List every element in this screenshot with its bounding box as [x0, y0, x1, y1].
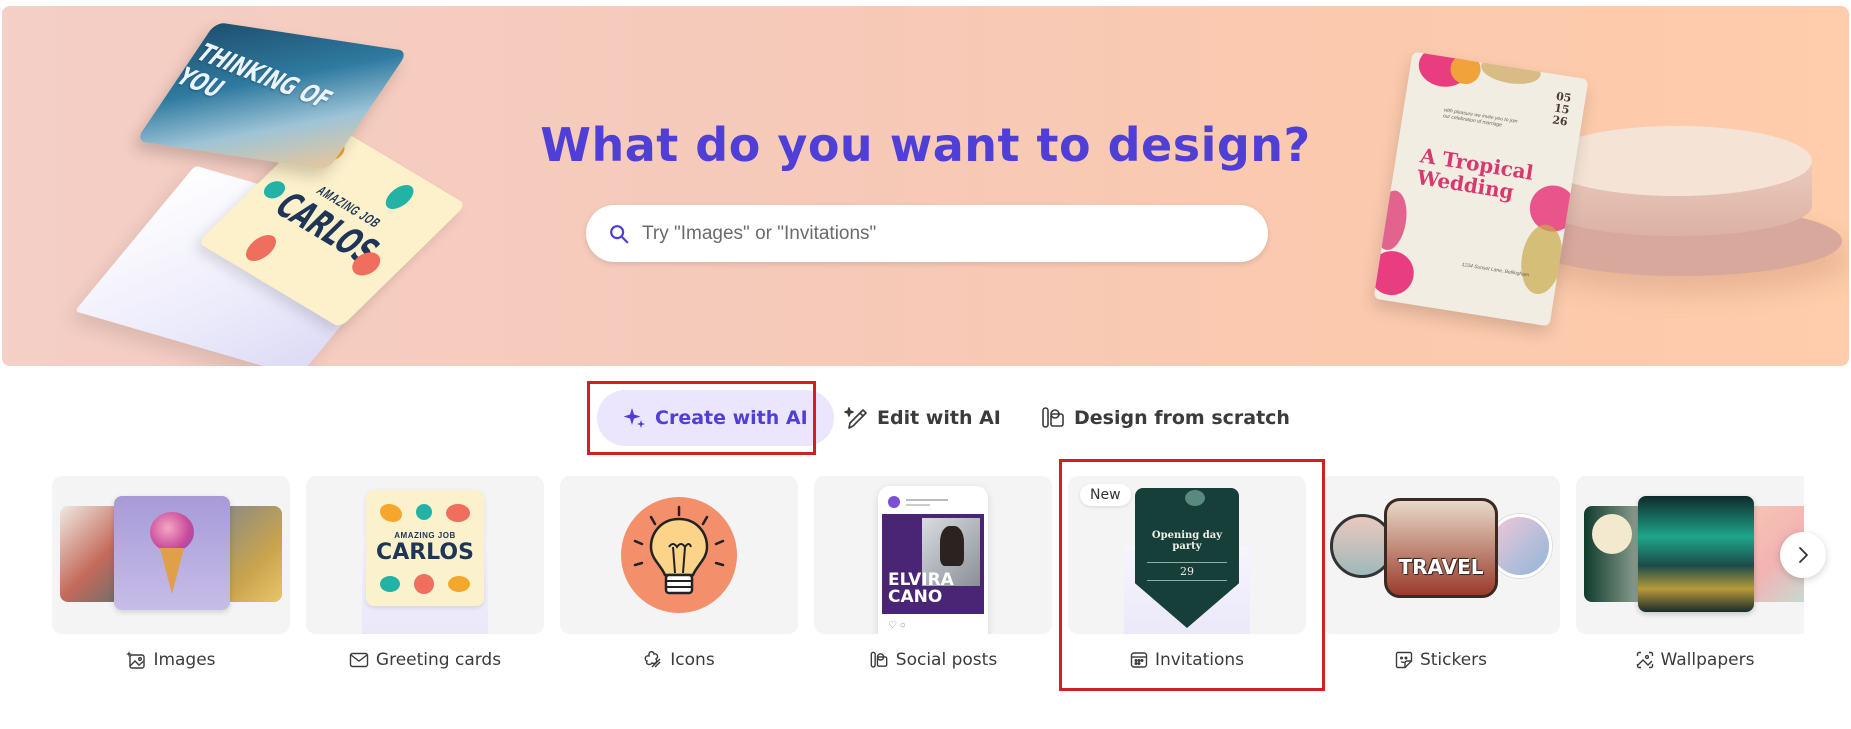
- category-label: Social posts: [895, 650, 998, 670]
- tab-label: Design from scratch: [1074, 407, 1290, 429]
- category-label: Wallpapers: [1660, 650, 1755, 670]
- category-label: Invitations: [1154, 650, 1245, 670]
- category-thumbnail: [560, 476, 798, 634]
- calendar-icon: [1130, 652, 1148, 668]
- envelope-icon: [349, 652, 369, 668]
- tab-label: Edit with AI: [877, 407, 1001, 429]
- icons-shapes-icon: [644, 651, 661, 668]
- cake-top-illustration: [1542, 126, 1812, 196]
- ai-image-icon: [126, 651, 146, 669]
- category-label: Greeting cards: [375, 650, 502, 670]
- wallpaper-icon: [1636, 651, 1653, 669]
- search-bar[interactable]: [586, 205, 1268, 262]
- category-wallpapers[interactable]: Wallpapers: [1576, 476, 1804, 672]
- tab-label: Create with AI: [655, 407, 808, 429]
- sticker-icon: [1395, 651, 1413, 669]
- wedding-invitation-illustration: 05 15 26 with pleasure we invite you to …: [1373, 51, 1589, 327]
- social-post-icon: [870, 651, 888, 668]
- category-label: Stickers: [1419, 650, 1488, 670]
- category-stickers[interactable]: TRAVEL Stickers: [1322, 476, 1560, 672]
- category-label: Images: [153, 650, 216, 670]
- category-invitations[interactable]: New Opening day party 29 Invitations: [1068, 476, 1306, 672]
- category-carousel: Images AMAZING JOB CARLOS Greeting cards: [52, 476, 1804, 676]
- magic-pen-icon: [844, 407, 867, 429]
- tab-design-from-scratch[interactable]: Design from scratch: [1040, 390, 1290, 446]
- chevron-right-icon: [1799, 547, 1808, 563]
- category-icons[interactable]: Icons: [560, 476, 798, 672]
- search-icon: [610, 224, 629, 243]
- new-badge: New: [1080, 484, 1131, 506]
- category-label: Icons: [670, 650, 715, 670]
- category-thumbnail: AMAZING JOB CARLOS: [306, 476, 544, 634]
- category-thumbnail: [52, 476, 290, 634]
- wedding-date: 05 15 26: [1551, 89, 1573, 129]
- sparkle-icon: [623, 408, 645, 428]
- category-greeting-cards[interactable]: AMAZING JOB CARLOS Greeting cards: [306, 476, 544, 672]
- wedding-title: A Tropical Wedding: [1415, 143, 1536, 204]
- shapes-icon: [1042, 407, 1064, 428]
- carousel-next-button[interactable]: [1780, 532, 1826, 578]
- category-social-posts[interactable]: ELVIRA CANO ♡ ○ Social posts: [814, 476, 1052, 672]
- hero-banner: AMAZING JOB CARLOS THINKING OF YOU What …: [2, 6, 1849, 366]
- category-thumbnail: TRAVEL: [1322, 476, 1560, 634]
- design-mode-tabs: Create with AI Edit with AI Design from …: [0, 390, 1851, 446]
- category-thumbnail: ELVIRA CANO ♡ ○: [814, 476, 1052, 634]
- category-thumbnail: [1576, 476, 1804, 634]
- category-images[interactable]: Images: [52, 476, 290, 672]
- category-thumbnail: New Opening day party 29: [1068, 476, 1306, 634]
- search-input[interactable]: [642, 222, 1268, 245]
- tab-edit-with-ai[interactable]: Edit with AI: [843, 390, 1001, 446]
- tab-create-with-ai[interactable]: Create with AI: [597, 390, 834, 446]
